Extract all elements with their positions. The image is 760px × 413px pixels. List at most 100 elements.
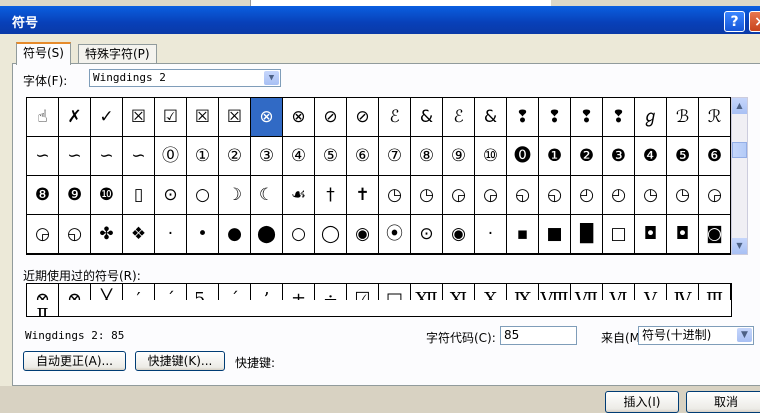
symbol-cell[interactable]: ④ xyxy=(283,137,315,176)
symbol-cell[interactable]: ⊗ xyxy=(283,98,315,137)
symbol-cell[interactable]: · xyxy=(155,215,187,254)
symbol-cell[interactable]: ⑦ xyxy=(379,137,411,176)
symbol-cell[interactable]: ■ xyxy=(539,215,571,254)
symbol-cell[interactable]: ◵ xyxy=(507,176,539,215)
scroll-down-icon[interactable]: ▼ xyxy=(732,238,747,254)
symbol-cell[interactable]: ❺ xyxy=(667,137,699,176)
symbol-cell[interactable]: & xyxy=(411,98,443,137)
recent-symbol-cell[interactable]: □ xyxy=(379,284,411,300)
from-dropdown[interactable]: 符号(十进制) ▼ xyxy=(638,326,754,345)
close-button[interactable]: × xyxy=(749,11,760,32)
symbol-cell[interactable]: ▯ xyxy=(123,176,155,215)
symbol-cell[interactable]: ③ xyxy=(251,137,283,176)
symbol-cell[interactable]: ⬤ xyxy=(251,215,283,254)
recent-symbol-cell[interactable]: ╳ xyxy=(91,284,123,300)
char-code-input[interactable]: 85 xyxy=(500,326,577,345)
symbol-cell[interactable]: ⊙ xyxy=(155,176,187,215)
symbol-cell[interactable]: ▪ xyxy=(507,215,539,254)
symbol-cell[interactable]: ◶ xyxy=(699,176,731,215)
scrollbar-thumb[interactable] xyxy=(732,142,747,158)
insert-button[interactable]: 插入(I) xyxy=(605,391,679,413)
symbol-cell[interactable]: ☒ xyxy=(123,98,155,137)
autocorrect-button[interactable]: 自动更正(A)... xyxy=(23,351,126,371)
symbol-cell[interactable]: ❻ xyxy=(699,137,731,176)
symbol-cell[interactable]: ☒ xyxy=(187,98,219,137)
scroll-up-icon[interactable]: ▲ xyxy=(732,98,747,114)
symbol-cell[interactable]: ① xyxy=(187,137,219,176)
symbol-cell[interactable]: ℬ xyxy=(667,98,699,137)
symbol-cell[interactable]: ⑥ xyxy=(347,137,379,176)
symbol-cell[interactable]: • xyxy=(187,215,219,254)
symbol-cell[interactable]: & xyxy=(475,98,507,137)
recent-symbol-cell[interactable]: 5. xyxy=(187,284,219,300)
symbol-cell[interactable]: ◷ xyxy=(411,176,443,215)
recent-symbol-cell[interactable]: Ⅱ xyxy=(27,300,59,316)
symbol-cell[interactable]: ⑧ xyxy=(411,137,443,176)
symbol-cell[interactable]: ❢ xyxy=(603,98,635,137)
symbol-cell[interactable]: ◙ xyxy=(699,215,731,254)
symbol-cell[interactable]: ○ xyxy=(283,215,315,254)
recent-symbol-cell[interactable]: Ⅻ xyxy=(411,284,443,300)
symbol-cell[interactable]: ⑤ xyxy=(315,137,347,176)
symbol-cell[interactable]: ∽ xyxy=(59,137,91,176)
symbol-cell-selected[interactable]: ⊗ xyxy=(251,98,283,137)
symbol-cell[interactable]: ☙ xyxy=(283,176,315,215)
tab-special-characters[interactable]: 特殊字符(P) xyxy=(78,44,157,63)
symbol-cell[interactable]: ② xyxy=(219,137,251,176)
symbol-cell[interactable]: ℰ xyxy=(379,98,411,137)
recent-symbol-cell[interactable]: ÷ xyxy=(315,284,347,300)
recent-symbol-cell[interactable]: ± xyxy=(283,284,315,300)
symbol-cell[interactable]: ✓ xyxy=(91,98,123,137)
symbol-cell[interactable]: ❸ xyxy=(603,137,635,176)
symbol-cell[interactable]: ⊙ xyxy=(411,215,443,254)
symbol-cell[interactable]: ◉ xyxy=(443,215,475,254)
recent-symbol-cell[interactable]: Ⅳ xyxy=(667,284,699,300)
symbol-cell[interactable]: ⓪ xyxy=(155,137,187,176)
recent-symbol-cell[interactable]: ´ xyxy=(155,284,187,300)
symbol-cell[interactable]: ◶ xyxy=(475,176,507,215)
cancel-button[interactable]: 取消 xyxy=(686,391,760,413)
symbol-cell[interactable]: ◘ xyxy=(59,254,91,255)
symbol-cell[interactable]: █ xyxy=(571,215,603,254)
symbol-cell[interactable]: ∽ xyxy=(27,137,59,176)
symbol-cell[interactable]: ○ xyxy=(187,176,219,215)
symbol-cell[interactable]: ⓿ xyxy=(507,137,539,176)
symbol-cell[interactable]: ◴ xyxy=(571,176,603,215)
symbol-cell[interactable]: ● xyxy=(219,215,251,254)
symbol-cell[interactable]: ◙ xyxy=(27,254,59,255)
symbol-cell[interactable]: ❢ xyxy=(539,98,571,137)
symbol-cell[interactable]: ◷ xyxy=(379,176,411,215)
recent-symbol-cell[interactable]: ☑ xyxy=(347,284,379,300)
symbol-cell[interactable]: · xyxy=(475,215,507,254)
symbol-cell[interactable]: ☾ xyxy=(251,176,283,215)
symbol-cell[interactable]: ◵ xyxy=(539,176,571,215)
recent-symbol-cell[interactable]: Ⅷ xyxy=(539,284,571,300)
symbol-cell[interactable]: ⊘ xyxy=(347,98,379,137)
recent-symbol-cell[interactable]: Ⅺ xyxy=(443,284,475,300)
symbol-cell[interactable]: ⑩ xyxy=(475,137,507,176)
symbol-cell[interactable]: ❹ xyxy=(635,137,667,176)
symbol-cell[interactable]: † xyxy=(315,176,347,215)
symbol-cell[interactable]: ∽ xyxy=(123,137,155,176)
symbol-grid-scrollbar[interactable]: ▲ ▼ xyxy=(731,97,748,255)
symbol-cell[interactable]: ◯ xyxy=(315,215,347,254)
symbol-cell[interactable]: ❢ xyxy=(507,98,539,137)
symbol-cell[interactable]: ☒ xyxy=(219,98,251,137)
recent-symbol-cell[interactable]: Ⅹ xyxy=(475,284,507,300)
symbol-cell[interactable]: ◶ xyxy=(443,176,475,215)
symbol-cell[interactable]: ℰ xyxy=(443,98,475,137)
symbol-cell[interactable]: ❾ xyxy=(59,176,91,215)
recent-symbol-cell[interactable]: Ⅵ xyxy=(603,284,635,300)
symbol-cell[interactable]: ❖ xyxy=(123,215,155,254)
recent-symbol-cell[interactable]: ’ xyxy=(251,284,283,300)
symbol-cell[interactable]: ◷ xyxy=(635,176,667,215)
recent-symbol-cell[interactable]: ′ xyxy=(123,284,155,300)
recent-symbol-cell[interactable]: ⊗ xyxy=(59,284,91,300)
tab-symbols[interactable]: 符号(S) xyxy=(16,42,71,65)
help-button[interactable]: ? xyxy=(724,11,745,32)
recent-symbol-cell[interactable]: Ⅲ xyxy=(699,284,731,300)
shortcut-key-button[interactable]: 快捷键(K)... xyxy=(135,351,225,371)
font-dropdown[interactable]: Wingdings 2 ▼ xyxy=(89,69,281,87)
symbol-cell[interactable]: ✤ xyxy=(91,215,123,254)
symbol-cell[interactable]: ❷ xyxy=(571,137,603,176)
